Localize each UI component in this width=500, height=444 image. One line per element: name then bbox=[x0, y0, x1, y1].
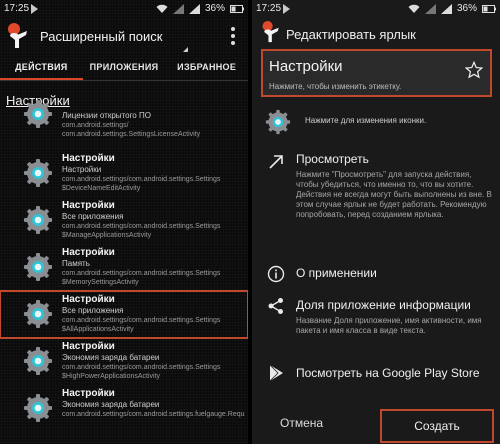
shortcut-icon-row[interactable]: Нажмите для изменения иконки. bbox=[252, 108, 500, 136]
share-action[interactable]: Доля приложение информации Название Доля… bbox=[252, 296, 500, 356]
gear-icon bbox=[24, 100, 52, 128]
item-path: com.android.settings/com.android.setting… bbox=[62, 176, 221, 183]
item-subtitle: Память bbox=[62, 259, 90, 268]
battery-percent: 36% bbox=[204, 3, 225, 14]
list-item[interactable]: Настройки Память com.android.settings/com.… bbox=[0, 244, 248, 291]
item-title: Настройки bbox=[62, 341, 115, 352]
item-path: com.android.settings/com.android.setting… bbox=[62, 364, 221, 371]
play-notification-icon bbox=[31, 4, 38, 14]
right-screen: 17:25 36% Редактировать ярлык Настройки … bbox=[252, 0, 500, 444]
battery-icon bbox=[230, 4, 244, 13]
app-title[interactable]: Расширенный поиск bbox=[40, 29, 162, 44]
tab-bar: ДЕЙСТВИЯ ПРИЛОЖЕНИЯ ИЗБРАННОЕ bbox=[0, 56, 248, 80]
item-subtitle: Все приложения bbox=[62, 306, 124, 315]
item-activity: $AllApplicationsActivity bbox=[62, 326, 134, 333]
preview-action[interactable]: Просмотреть Нажмите "Просмотреть" для за… bbox=[252, 150, 500, 245]
app-logo-icon-right bbox=[262, 21, 279, 43]
item-activity: $HighPowerApplicationsActivity bbox=[62, 373, 161, 380]
star-icon[interactable] bbox=[465, 61, 483, 79]
gear-icon bbox=[24, 347, 52, 375]
create-button[interactable]: Создать bbox=[380, 409, 494, 443]
item-title: Настройки bbox=[62, 200, 115, 211]
item-path: com.android.settings/com.android.setting… bbox=[62, 223, 221, 230]
signal-icon-right bbox=[424, 3, 436, 14]
tab-actions[interactable]: ДЕЙСТВИЯ bbox=[0, 56, 83, 80]
cancel-button[interactable]: Отмена bbox=[280, 416, 323, 430]
status-time: 17:25 bbox=[4, 3, 30, 14]
share-label[interactable]: Доля приложение информации bbox=[296, 298, 471, 312]
wifi-icon bbox=[156, 4, 168, 13]
about-label[interactable]: О применении bbox=[296, 266, 377, 280]
item-title: Настройки bbox=[62, 153, 115, 164]
list-item[interactable]: Настройки Экономия заряда батареи com.andr… bbox=[0, 385, 248, 432]
signal-icon-right-2 bbox=[440, 3, 452, 14]
external-link-icon bbox=[269, 155, 283, 169]
item-activity: $ManageApplicationsActivity bbox=[62, 232, 152, 239]
tab-applications[interactable]: ПРИЛОЖЕНИЯ bbox=[83, 56, 166, 80]
item-subtitle: Экономия заряда батареи bbox=[62, 353, 160, 362]
gear-icon bbox=[24, 159, 52, 187]
tab-favorites[interactable]: ИЗБРАННОЕ bbox=[165, 56, 248, 80]
wifi-icon-right bbox=[408, 4, 420, 13]
about-action[interactable]: О применении bbox=[252, 264, 500, 286]
play-store-action[interactable]: Посмотреть на Google Play Store bbox=[252, 364, 500, 386]
item-subtitle: Настройки bbox=[62, 165, 102, 174]
info-icon bbox=[267, 265, 285, 283]
shortcut-label-field[interactable]: Настройки Нажмите, чтобы изменить этикет… bbox=[261, 49, 492, 97]
item-title: Настройки bbox=[62, 388, 115, 399]
share-description: Название Доля приложение, имя активности… bbox=[296, 316, 482, 335]
item-title: Настройки bbox=[62, 294, 115, 305]
item-path: com.android.settings/ bbox=[62, 122, 129, 129]
label-hint: Нажмите, чтобы изменить этикетку. bbox=[269, 82, 402, 91]
list-item[interactable]: Настройки Все приложения com.android.setti… bbox=[0, 290, 248, 339]
list-item[interactable]: Настройки Настройки com.android.settings/c… bbox=[0, 150, 248, 197]
item-activity: $MemorySettingsActivity bbox=[62, 279, 139, 286]
share-icon bbox=[268, 298, 283, 314]
app-bar-left: Расширенный поиск bbox=[0, 18, 248, 54]
battery-percent-right: 36% bbox=[456, 3, 477, 14]
gear-icon bbox=[24, 394, 52, 422]
overflow-menu-icon[interactable] bbox=[231, 27, 235, 45]
list-item[interactable]: Настройки Все приложения com.android.setti… bbox=[0, 197, 248, 244]
gear-icon[interactable] bbox=[265, 109, 291, 135]
preview-description: Нажмите "Просмотреть" для запуска действ… bbox=[296, 170, 492, 219]
item-title: Настройки bbox=[62, 247, 115, 258]
item-path: com.android.settings/com.android.setting… bbox=[62, 411, 245, 418]
signal-icon-2 bbox=[188, 3, 200, 14]
play-store-icon bbox=[269, 364, 283, 382]
preview-label[interactable]: Просмотреть bbox=[296, 152, 369, 166]
app-logo-icon[interactable] bbox=[5, 22, 31, 50]
shortcut-label[interactable]: Настройки bbox=[269, 58, 343, 75]
item-path: com.android.settings/com.android.setting… bbox=[62, 317, 221, 324]
gear-icon bbox=[24, 253, 52, 281]
status-time-right: 17:25 bbox=[256, 3, 282, 14]
signal-icon bbox=[172, 3, 184, 14]
status-bar-left: 17:25 36% bbox=[0, 0, 248, 18]
item-activity: com.android.settings.SettingsLicenseActi… bbox=[62, 131, 201, 138]
dialog-buttons: Отмена Создать bbox=[252, 404, 500, 444]
item-activity: $DeviceNameEditActivity bbox=[62, 185, 141, 192]
screen-title: Редактировать ярлык bbox=[286, 27, 416, 42]
list-item[interactable]: Лицензии открытого ПО com.android.setting… bbox=[0, 100, 248, 150]
icon-hint: Нажмите для изменения иконки. bbox=[305, 116, 427, 125]
item-subtitle: Все приложения bbox=[62, 212, 124, 221]
item-subtitle: Экономия заряда батареи bbox=[62, 400, 160, 409]
gear-icon bbox=[24, 300, 52, 328]
battery-icon-right bbox=[482, 4, 496, 13]
status-bar-right: 17:25 36% bbox=[252, 0, 500, 18]
item-subtitle: Лицензии открытого ПО bbox=[62, 111, 151, 120]
gear-icon bbox=[24, 206, 52, 234]
item-path: com.android.settings/com.android.setting… bbox=[62, 270, 221, 277]
left-screen: 17:25 36% Расширенный поиск ДЕЙСТВИЯ ПРИ… bbox=[0, 0, 248, 444]
play-notification-icon-right bbox=[283, 4, 290, 14]
tab-divider bbox=[0, 80, 248, 81]
dropdown-arrow-icon[interactable] bbox=[183, 42, 188, 52]
activity-list: Лицензии открытого ПО com.android.setting… bbox=[0, 100, 248, 432]
play-store-label[interactable]: Посмотреть на Google Play Store bbox=[296, 366, 480, 380]
list-item[interactable]: Настройки Экономия заряда батареи com.andr… bbox=[0, 338, 248, 385]
app-bar-right: Редактировать ярлык bbox=[252, 18, 500, 48]
